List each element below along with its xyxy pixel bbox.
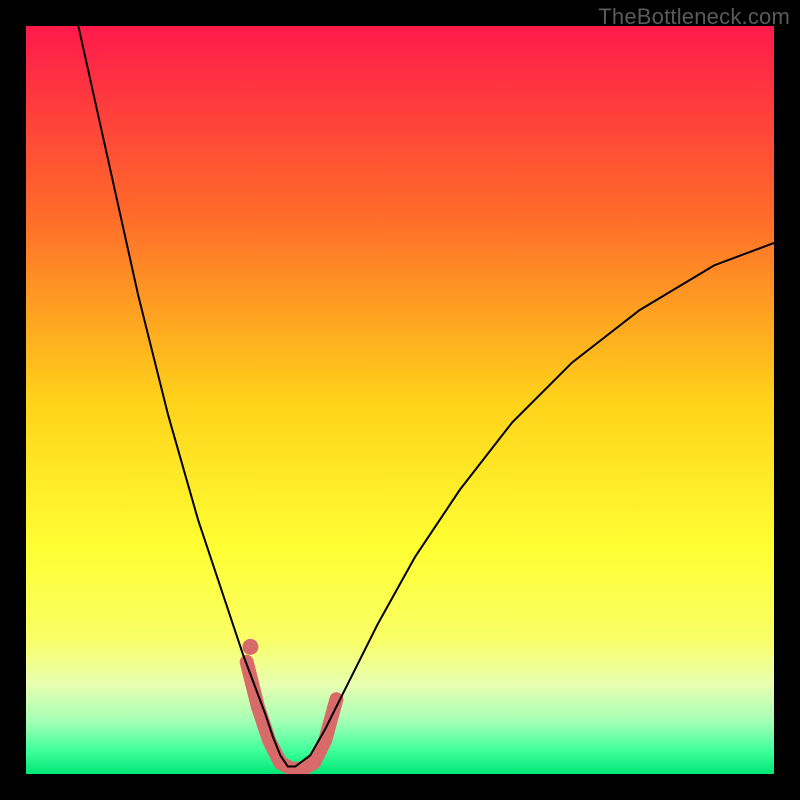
gradient-background	[26, 26, 774, 774]
bottleneck-chart	[26, 26, 774, 774]
chart-frame	[26, 26, 774, 774]
watermark-text: TheBottleneck.com	[598, 4, 790, 30]
point-highlight-dot	[242, 639, 258, 655]
